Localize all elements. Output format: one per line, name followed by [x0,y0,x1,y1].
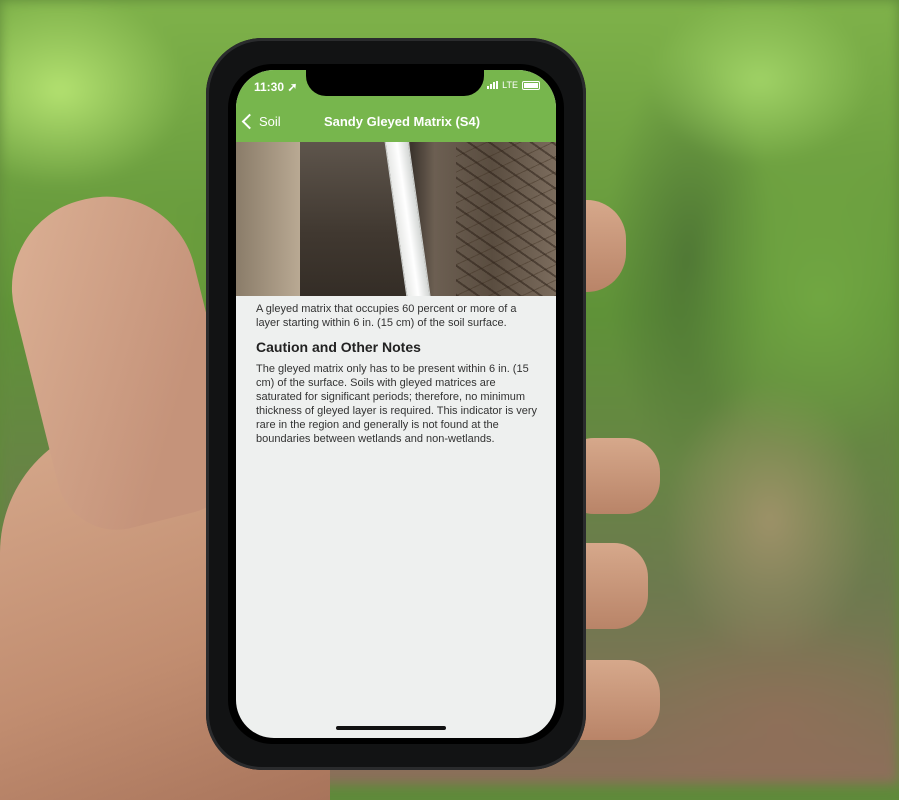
navigation-bar: 11:30 ➚ LTE Soil Sandy Gleyed Matrix (S4… [236,70,556,142]
description-text: A gleyed matrix that occupies 60 percent… [256,303,517,329]
content-body: A gleyed matrix that occupies 60 percent… [256,302,538,456]
status-indicators: LTE [487,80,540,90]
status-time: 11:30 ➚ [254,80,297,94]
section-heading: Caution and Other Notes [256,339,421,355]
signal-icon [487,81,499,89]
home-indicator[interactable] [336,726,446,730]
network-type: LTE [502,80,518,90]
section-body-text: The gleyed matrix only has to be present… [256,363,538,445]
roots-texture [456,142,556,296]
status-time-text: 11:30 [254,80,285,94]
battery-icon [522,80,540,90]
location-arrow-icon: ➚ [287,80,298,94]
page-title: Sandy Gleyed Matrix (S4) [323,114,481,129]
phone-bezel: 11:30 ➚ LTE Soil Sandy Gleyed Matrix (S4… [228,64,564,744]
phone-screen: 11:30 ➚ LTE Soil Sandy Gleyed Matrix (S4… [236,70,556,738]
soil-photo [236,142,556,296]
phone-notch [306,70,484,96]
phone: 11:30 ➚ LTE Soil Sandy Gleyed Matrix (S4… [206,38,586,770]
